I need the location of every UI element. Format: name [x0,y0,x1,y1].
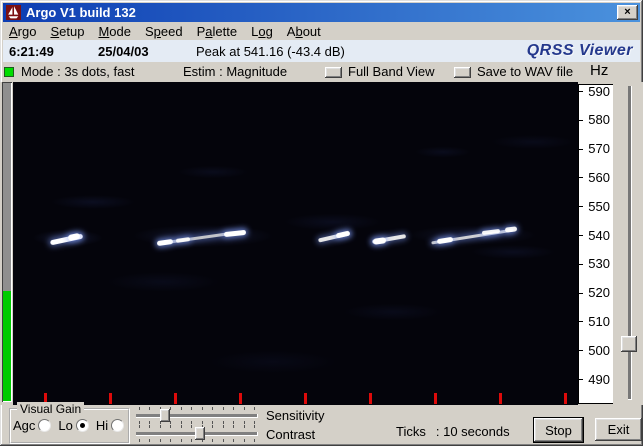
freq-label: 560 [588,169,610,185]
activity-led-icon [4,67,14,77]
radio-label: Agc [13,418,36,433]
visual-gain-groupbox: Visual Gain Agc Lo Hi [9,402,130,444]
time-tick-icon [564,393,567,404]
peak-readout: Peak at 541.16 (-43.4 dB) [196,44,345,59]
window-title: Argo V1 build 132 [26,5,136,20]
signal-trace [156,238,174,246]
signal-level-meter [2,82,12,402]
freq-label: 540 [588,227,610,243]
freq-label: 550 [588,198,610,214]
signal-trace [504,226,518,232]
freq-label: 520 [588,285,610,301]
mode-label: Mode : 3s dots, fast [21,64,135,79]
signal-trace [223,229,247,237]
date: 25/04/03 [98,44,149,59]
signal-trace [335,229,351,239]
freq-label: 490 [588,371,610,387]
freq-tick [579,321,583,323]
radio-button[interactable] [111,419,125,432]
sensitivity-track [136,414,258,418]
full-band-view-label: Full Band View [348,64,435,79]
ticks-label: Ticks [396,424,426,439]
freq-label: 580 [588,112,610,128]
radio-hi[interactable]: Hi [95,418,125,433]
mode-status-row: Mode : 3s dots, fast Estim : Magnitude F… [3,62,640,82]
visual-gain-title: Visual Gain [17,402,85,416]
sensitivity-ticks-top [139,407,255,410]
radio-label: Hi [95,418,109,433]
full-band-view-checkbox[interactable] [325,67,342,78]
visual-gain-options: Agc Lo Hi [13,418,125,433]
freq-tick [579,292,583,294]
radio-lo[interactable]: Lo [58,418,89,433]
freq-tick [579,119,583,121]
menu-item-palette[interactable]: Palette [197,24,237,39]
save-to-wav-label: Save to WAV file [477,64,574,79]
close-button[interactable]: × [617,5,638,20]
estim-label: Estim : Magnitude [183,64,288,79]
menu-bar: Argo Setup Mode Speed Palette Log About [3,22,640,40]
status-bar: 6:21:49 25/04/03 Peak at 541.16 (-43.4 d… [3,40,640,62]
menu-item-argo[interactable]: Argo [9,24,36,39]
freq-offset-slider[interactable] [620,84,638,404]
sensitivity-thumb[interactable] [160,409,170,422]
menu-item-mode[interactable]: Mode [98,24,131,39]
bottom-panel: Visual Gain Agc Lo Hi Sensitivity Contrast… [3,402,642,444]
contrast-thumb[interactable] [195,427,205,440]
ticks-value: : 10 seconds [435,424,510,439]
freq-tick [579,148,583,150]
freq-tick [579,350,583,352]
menu-item-speed[interactable]: Speed [145,24,183,39]
freq-label: 500 [588,342,610,358]
radio-label: Lo [58,418,73,433]
qrss-viewer-logo: QRSS Viewer [526,42,633,59]
radio-agc[interactable]: Agc [13,418,52,433]
freq-label: 510 [588,313,610,329]
contrast-slider[interactable] [136,425,258,442]
freq-tick [579,206,583,208]
freq-offset-slider-track [628,86,632,400]
menu-item-about[interactable]: About [287,24,321,39]
time-tick-icon [434,393,437,404]
sensitivity-label: Sensitivity [266,408,325,423]
freq-tick [579,263,583,265]
contrast-label: Contrast [266,427,316,442]
radio-button[interactable] [38,419,52,432]
exit-button[interactable]: Exit [595,418,642,441]
time-tick-icon [369,393,372,404]
sensitivity-slider[interactable] [136,407,258,424]
freq-label: 570 [588,141,610,157]
signal-level-meter-fill [3,291,11,401]
freq-tick [579,91,583,92]
sailboat-app-icon [6,5,21,20]
menu-item-setup[interactable]: Setup [50,24,84,39]
time-tick-icon [174,393,177,404]
sensitivity-ticks-bottom [139,421,255,424]
ticks-readout: Ticks : 10 seconds [396,424,520,439]
freq-tick [579,235,583,236]
time-tick-icon [304,393,307,404]
freq-unit-label: Hz [590,62,609,79]
freq-tick [579,379,583,380]
time-tick-icon [239,393,242,404]
freq-label: 590 [588,83,610,99]
signal-trace [436,236,454,244]
spectrogram [13,82,578,405]
time-tick-icon [109,393,112,404]
freq-tick [579,177,583,179]
clock: 6:21:49 [9,44,54,59]
title-bar: Argo V1 build 132 × [3,3,640,22]
menu-item-log[interactable]: Log [251,24,273,39]
argo-window: Argo V1 build 132 × Argo Setup Mode Speed Pa… [0,0,643,446]
save-to-wav-checkbox[interactable] [454,67,471,78]
signal-trace [372,237,386,245]
freq-offset-slider-thumb[interactable] [621,336,637,352]
radio-button[interactable] [75,419,89,432]
main-area: 590 580 570 560 550 540 530 520 510 500 490 [0,82,643,405]
time-tick-icon [499,393,502,404]
stop-button[interactable]: Stop [533,417,584,443]
signal-trace [175,237,191,243]
freq-label: 530 [588,256,610,272]
freq-axis: 590 580 570 560 550 540 530 520 510 500 490 [578,84,613,404]
